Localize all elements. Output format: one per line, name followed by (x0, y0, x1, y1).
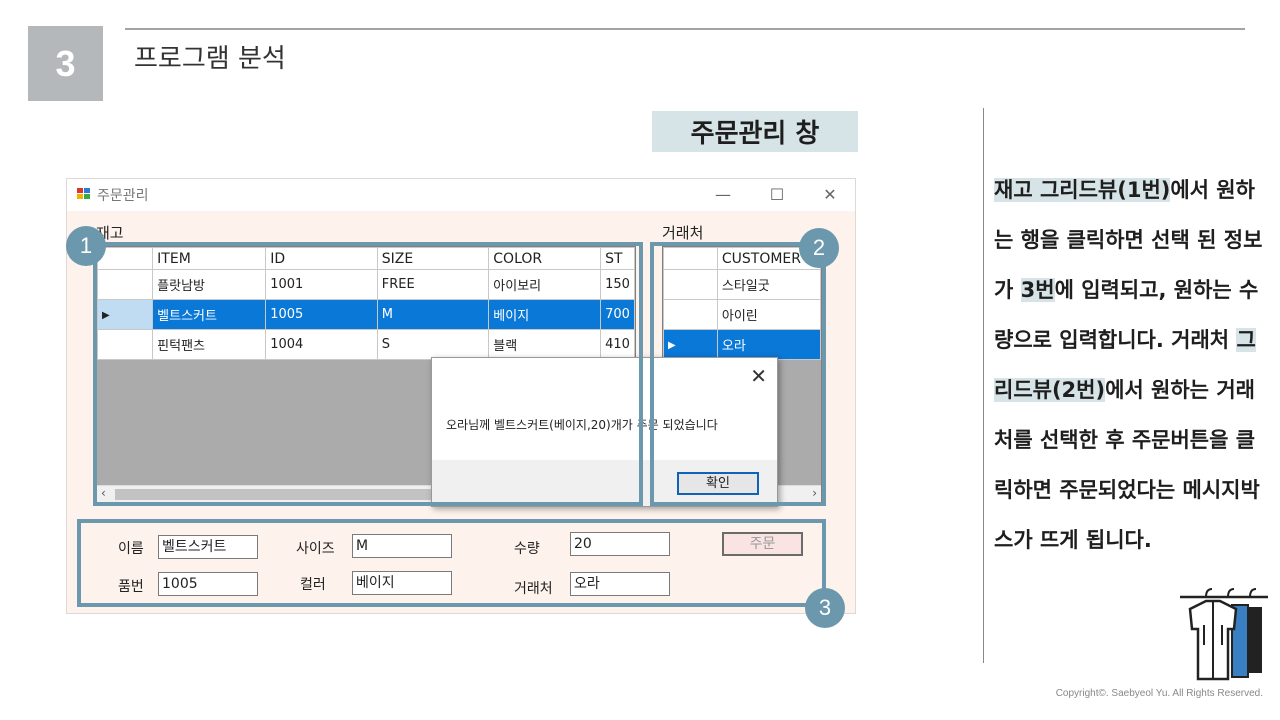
minimize-button[interactable]: — (703, 183, 743, 207)
maximize-button[interactable]: ☐ (757, 183, 797, 207)
clothes-rack-icon (1180, 588, 1268, 681)
highlight-text: 3번 (1020, 278, 1055, 302)
badge-3: 3 (805, 588, 845, 628)
top-divider (125, 28, 1245, 30)
badge-2: 2 (799, 228, 839, 268)
description-text-part: 에서 원하는 거래처를 선택한 후 주문버튼을 클릭하면 주문되었다는 메시지박… (994, 378, 1260, 552)
annotation-box-2 (650, 242, 826, 506)
annotation-box-3 (77, 519, 826, 607)
app-icon (77, 188, 91, 201)
highlight-text: 재고 그리드뷰(1번) (994, 178, 1171, 202)
window-title: 주문관리 (97, 188, 149, 204)
section-number: 3 (28, 26, 103, 101)
copyright-text: Copyright©. Saebyeol Yu. All Rights Rese… (1055, 688, 1263, 699)
title-bar: 주문관리 — ☐ ✕ (67, 179, 855, 211)
close-button[interactable]: ✕ (810, 183, 850, 207)
section-title: 프로그램 분석 (134, 44, 286, 74)
window-tag: 주문관리 창 (652, 111, 858, 152)
vertical-divider (983, 108, 984, 663)
description-text: 재고 그리드뷰(1번)에서 원하는 행을 클릭하면 선택 된 정보가 3번에 입… (994, 165, 1274, 565)
customer-grid-label: 거래처 (662, 224, 704, 242)
annotation-box-1 (93, 242, 643, 506)
badge-1: 1 (66, 226, 106, 266)
